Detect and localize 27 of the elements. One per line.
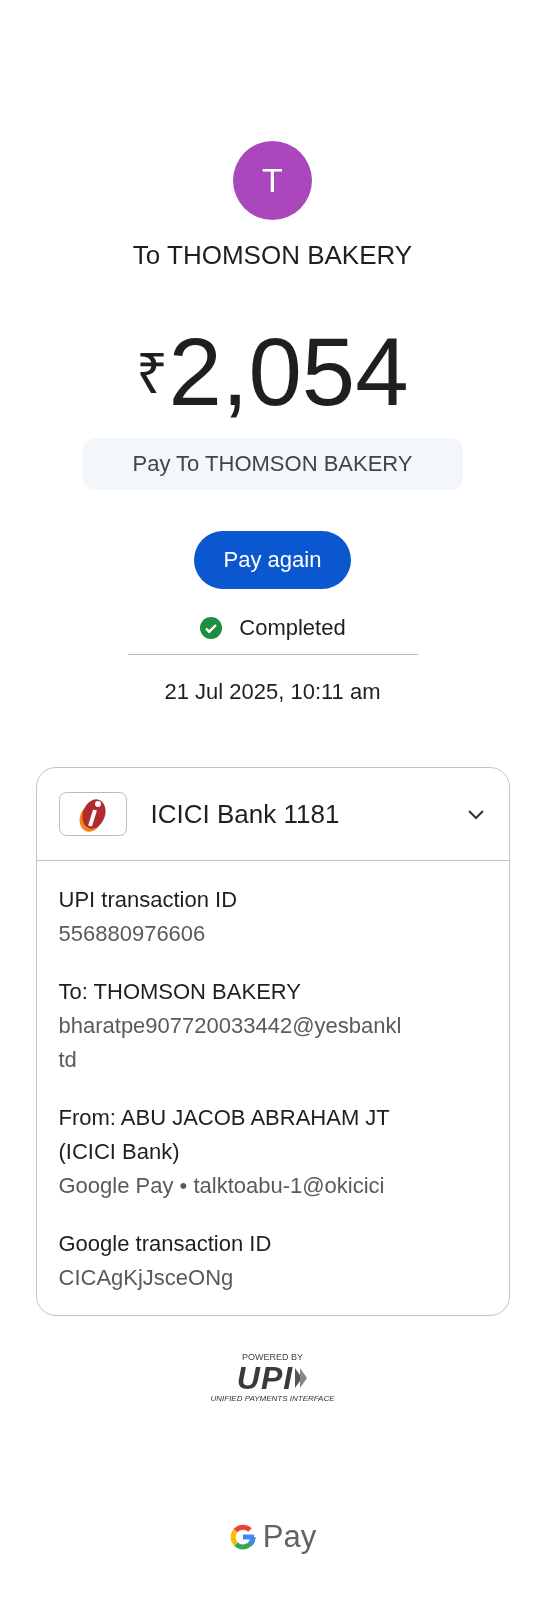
chevron-arrows-icon: [294, 1366, 309, 1390]
status-label: Completed: [239, 615, 346, 641]
bank-logo-icon: [58, 792, 127, 836]
detail-value: td: [58, 1046, 78, 1074]
brand-name: Pay: [262, 1519, 317, 1555]
detail-label: Google transaction ID: [58, 1230, 273, 1258]
amount: 2,054: [168, 322, 409, 422]
chevron-icon[interactable]: [466, 808, 485, 820]
detail-value: Google Pay • talktoabu-1@okicici: [58, 1172, 386, 1200]
detail-label: To: THOMSON BAKERY: [58, 978, 302, 1006]
recipient-title: To THOMSON BAKERY: [132, 240, 413, 270]
google-g-icon: [228, 1523, 257, 1551]
detail-label: From: ABU JACOB ABRAHAM JT: [58, 1104, 391, 1132]
powered-by-label: POWERED BY: [242, 1352, 303, 1362]
pay-again-button[interactable]: Pay again: [193, 531, 352, 589]
avatar: T: [233, 141, 312, 220]
payment-note: Pay To THOMSON BAKERY: [82, 438, 463, 490]
detail-value: bharatpe907720033442@yesbankl: [58, 1012, 403, 1040]
upi-logo: UPI: [236, 1362, 294, 1394]
currency-symbol: ₹: [136, 341, 169, 407]
transaction-date: 21 Jul 2025, 10:11 am: [164, 679, 381, 705]
upi-tagline: UNIFIED PAYMENTS INTERFACE: [210, 1394, 335, 1403]
detail-value: 556880976606: [58, 920, 207, 948]
bank-account-name: ICICI Bank 1181: [150, 798, 341, 830]
detail-value: CICAgKjJsceONg: [58, 1264, 235, 1292]
detail-label: UPI transaction ID: [58, 886, 238, 914]
detail-label: (ICICI Bank): [58, 1138, 181, 1166]
